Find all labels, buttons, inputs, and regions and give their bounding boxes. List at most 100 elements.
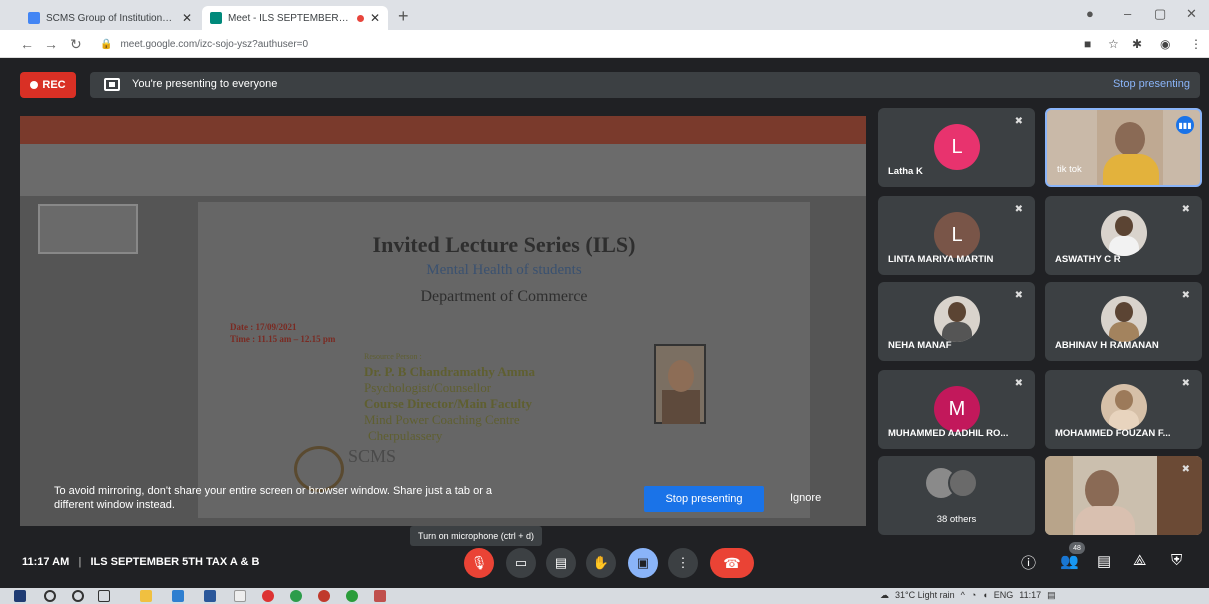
cortana-icon[interactable] xyxy=(72,590,84,602)
participant-tile[interactable]: ✖ NEHA MANAF xyxy=(878,282,1035,361)
chat-button[interactable]: ▤ xyxy=(1097,552,1111,570)
record-dot-icon xyxy=(30,81,39,89)
stop-presenting-link[interactable]: Stop presenting xyxy=(1113,78,1190,90)
network-icon[interactable]: ◔ xyxy=(971,590,976,601)
slide-title: Invited Lecture Series (ILS) xyxy=(372,232,636,257)
notifications-icon[interactable]: ▤ xyxy=(1047,590,1056,601)
mirror-warning-text: To avoid mirroring, don't share your ent… xyxy=(54,485,493,511)
back-button[interactable]: ← xyxy=(20,36,34,52)
chevron-up-icon[interactable]: ^ xyxy=(961,590,965,601)
window-close-button[interactable]: ✕ xyxy=(1186,6,1197,22)
task-view-icon[interactable] xyxy=(98,590,110,602)
close-icon[interactable]: ✕ xyxy=(182,11,192,25)
avatar xyxy=(1101,296,1147,342)
windows-start-icon[interactable] xyxy=(14,590,26,602)
taskbar-clock[interactable]: 11:17 xyxy=(1019,590,1041,601)
participant-tile[interactable]: L ✖ Latha K xyxy=(878,108,1035,187)
mic-off-icon: ✖ xyxy=(1014,204,1023,215)
others-count: 38 others xyxy=(936,514,977,525)
profile-icon[interactable]: ● xyxy=(1086,6,1094,21)
resource-label: Resource Person : xyxy=(364,352,422,361)
participant-tile[interactable]: ✖ ABHINAV H RAMANAN xyxy=(1045,282,1202,361)
people-button[interactable]: 👥 xyxy=(1060,552,1079,570)
forward-button[interactable]: → xyxy=(44,36,58,52)
participant-tile[interactable]: ▮▮▮ tik tok xyxy=(1045,108,1202,187)
url-field[interactable]: 🔒 meet.google.com/izc-sojo-ysz?authuser=… xyxy=(100,34,1060,54)
language-indicator[interactable]: ENG xyxy=(994,590,1014,601)
speaker-name: Dr. P. B Chandramathy Amma xyxy=(364,364,535,379)
shield-icon: ⛨ xyxy=(1171,552,1183,569)
mic-toggle-button[interactable]: 🎙 xyxy=(464,548,494,578)
captions-button[interactable]: ▤ xyxy=(546,548,576,578)
new-tab-button[interactable]: + xyxy=(398,6,409,27)
video-feed xyxy=(1115,122,1145,156)
logo-text: SCMS xyxy=(348,446,397,466)
calendar-icon xyxy=(28,12,40,24)
file-explorer-icon[interactable] xyxy=(140,590,152,602)
recording-indicator-icon xyxy=(356,14,364,22)
word-icon[interactable] xyxy=(204,590,216,602)
raise-hand-button[interactable]: ✋ xyxy=(586,548,616,578)
url-text: meet.google.com/izc-sojo-ysz?authuser=0 xyxy=(120,38,309,50)
avatar xyxy=(1101,384,1147,430)
bookmark-star-icon[interactable]: ☆ xyxy=(1108,37,1119,51)
captions-icon: ▤ xyxy=(554,555,568,570)
search-icon[interactable] xyxy=(44,590,56,602)
mic-off-icon: ✖ xyxy=(1181,290,1190,301)
tab-meet[interactable]: Meet - ILS SEPTEMBER 5TH ✕ xyxy=(202,6,388,30)
minimize-button[interactable]: – xyxy=(1124,6,1131,21)
weather-icon[interactable]: ☁ xyxy=(880,590,889,601)
video-feed xyxy=(1157,456,1202,535)
participant-tile-others[interactable]: 38 others xyxy=(878,456,1035,535)
participant-tile[interactable]: ✖ xyxy=(1045,456,1202,535)
tab-scms[interactable]: SCMS Group of Institutions - Cal ✕ xyxy=(20,6,200,30)
participant-tile[interactable]: ✖ ASWATHY C R xyxy=(1045,196,1202,275)
presenting-bar: REC You're presenting to everyone Stop p… xyxy=(20,72,1200,98)
stop-presenting-button[interactable]: Stop presenting xyxy=(644,486,764,512)
mic-off-icon: ✖ xyxy=(1181,378,1190,389)
meeting-details-button[interactable]: ⓘ xyxy=(1021,552,1036,573)
host-controls-button[interactable]: ⛨ xyxy=(1171,552,1182,569)
avatar[interactable]: ◉ xyxy=(1160,37,1170,51)
windows-taskbar: ☁ 31°C Light rain ^ ◔ ◖ ENG 11:17 ▤ xyxy=(0,588,1209,604)
present-button[interactable]: ▣ xyxy=(628,548,658,578)
leave-call-button[interactable]: ☎ xyxy=(710,548,754,578)
opera-icon[interactable] xyxy=(262,590,274,602)
slide-canvas: Invited Lecture Series (ILS) Mental Heal… xyxy=(198,202,810,518)
maximize-button[interactable]: ▢ xyxy=(1154,6,1166,22)
tab-title: Meet - ILS SEPTEMBER 5TH xyxy=(228,12,351,24)
ppt-title-bar xyxy=(20,116,866,144)
more-options-button[interactable]: ⋮ xyxy=(668,548,698,578)
camera-indicator-icon[interactable]: ■ xyxy=(1084,37,1091,51)
camera-toggle-button[interactable]: ▭ xyxy=(506,548,536,578)
edge-icon[interactable] xyxy=(172,590,184,602)
meeting-name: ILS SEPTEMBER 5TH TAX A & B xyxy=(90,556,260,568)
notepad-icon[interactable] xyxy=(234,590,246,602)
ignore-button[interactable]: Ignore xyxy=(790,492,821,504)
powerpoint-icon[interactable] xyxy=(374,590,386,602)
volume-icon[interactable]: ◖ xyxy=(982,590,987,601)
avatar xyxy=(934,296,980,342)
recording-badge: REC xyxy=(20,72,76,98)
participant-tile[interactable]: M ✖ MUHAMMED AADHIL RO... xyxy=(878,370,1035,449)
speaker-line: Cherpulassery xyxy=(368,428,443,443)
participant-tile[interactable]: ✖ MOHAMMED FOUZAN F... xyxy=(1045,370,1202,449)
video-feed xyxy=(1045,456,1073,535)
more-vert-icon: ⋮ xyxy=(676,555,690,570)
participant-name: ABHINAV H RAMANAN xyxy=(1055,340,1159,351)
close-icon[interactable]: ✕ xyxy=(370,11,380,25)
mic-off-icon: ✖ xyxy=(1181,204,1190,215)
mic-off-icon: 🎙 xyxy=(470,555,488,570)
people-icon: 👥 xyxy=(1060,553,1079,570)
activities-button[interactable]: ⟁ xyxy=(1133,552,1146,569)
extensions-icon[interactable]: ✱ xyxy=(1132,37,1142,51)
participant-tile[interactable]: L ✖ LINTA MARIYA MARTIN xyxy=(878,196,1035,275)
chrome-icon[interactable] xyxy=(290,590,302,602)
reload-button[interactable]: ↻ xyxy=(70,36,82,53)
pdf-icon[interactable] xyxy=(318,590,330,602)
avatar: L xyxy=(934,212,980,258)
chrome-icon[interactable] xyxy=(346,590,358,602)
menu-icon[interactable]: ⋮ xyxy=(1190,37,1202,51)
weather-text[interactable]: 31°C Light rain xyxy=(895,590,955,601)
participant-name: Latha K xyxy=(888,166,923,177)
